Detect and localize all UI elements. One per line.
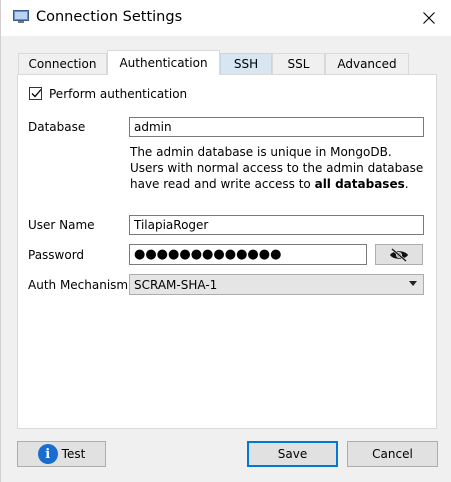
reveal-password-button[interactable] [375,244,423,265]
computer-monitor-icon [13,10,29,23]
database-label: Database [28,120,86,134]
auth-mechanism-value: SCRAM-SHA-1 [134,277,218,292]
tab-advanced[interactable]: Advanced [325,53,409,74]
database-input[interactable]: admin [129,117,424,137]
perform-authentication-label: Perform authentication [49,87,188,101]
hint-end: . [404,177,409,191]
tab-label: SSH [233,57,259,71]
tab-label: Connection [28,57,97,71]
auth-mechanism-select[interactable]: SCRAM-SHA-1 [129,274,424,295]
checkmark-icon [31,89,42,98]
info-icon: i [37,444,58,464]
tab-connection[interactable]: Connection [18,53,107,74]
eye-hidden-icon [390,247,408,262]
close-button[interactable] [416,6,442,30]
username-input[interactable]: TilapiaRoger [129,215,424,235]
tab-label: Advanced [337,57,397,71]
perform-authentication-checkbox[interactable] [29,87,42,100]
username-value: TilapiaRoger [134,218,209,232]
connection-settings-window: Connection Settings Connection Authentic… [0,0,451,482]
tab-label: Authentication [119,56,208,70]
tab-authentication[interactable]: Authentication [107,50,220,75]
database-value: admin [134,120,172,134]
hint-bold: all databases [314,177,405,191]
tab-label: SSL [287,57,310,71]
username-label: User Name [28,218,95,232]
save-label: Save [277,447,308,461]
tab-ssh[interactable]: SSH [220,53,272,74]
test-button[interactable]: i Test [17,441,106,467]
window-title: Connection Settings [36,9,183,25]
test-label: Test [61,447,86,461]
title-bar: Connection Settings [1,0,451,36]
tab-ssl[interactable]: SSL [272,53,325,74]
password-value: ●●●●●●●●●●●●● [134,247,282,262]
cancel-button[interactable]: Cancel [347,441,438,467]
cancel-label: Cancel [372,447,413,461]
save-button[interactable]: Save [247,441,338,467]
close-icon [423,12,435,24]
password-input[interactable]: ●●●●●●●●●●●●● [129,244,367,265]
auth-mechanism-label: Auth Mechanism [28,278,129,292]
chevron-down-icon [409,281,417,286]
database-hint: The admin database is unique in MongoDB.… [130,144,425,192]
password-label: Password [28,248,85,262]
